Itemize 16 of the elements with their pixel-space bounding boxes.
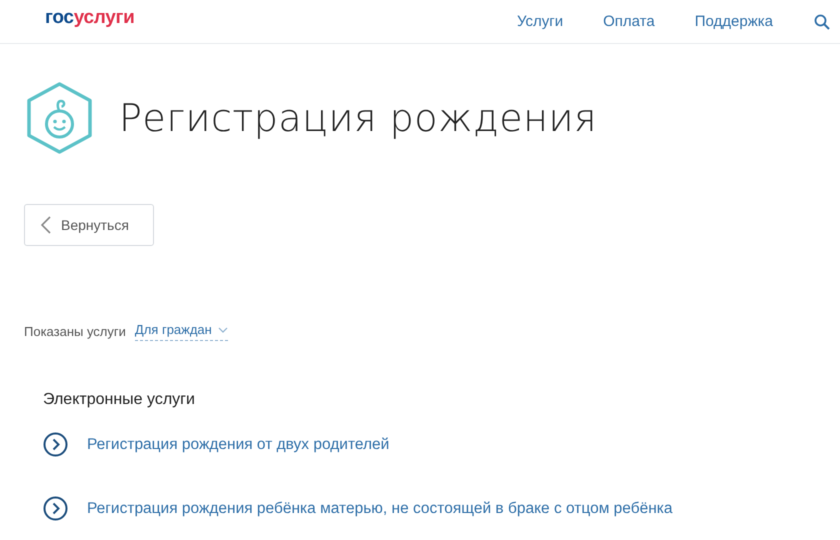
logo[interactable]: госуслуги [45, 6, 135, 28]
chevron-circle-icon[interactable] [43, 496, 68, 521]
service-link[interactable]: Регистрация рождения ребёнка матерью, не состоящей в браке с отцом ребёнка [87, 500, 673, 518]
service-link[interactable]: Регистрация рождения от двух родителей [87, 436, 390, 454]
chevron-left-icon [41, 216, 51, 234]
nav-link[interactable]: Поддержка [694, 13, 773, 30]
chevron-circle-icon[interactable] [43, 432, 68, 457]
filter-dropdown[interactable]: Для граждан [134, 322, 228, 341]
search-icon[interactable] [814, 14, 830, 30]
nav-link[interactable]: Оплата [603, 13, 655, 30]
caret-icon [218, 326, 228, 332]
nav-link[interactable]: Услуги [516, 13, 564, 30]
section-heading: Электронные услуги [43, 391, 196, 409]
filter-label: Показаны услуги [24, 324, 126, 339]
back-button[interactable]: Вернуться [24, 204, 154, 246]
page-title: Регистрация рождения [119, 96, 597, 140]
